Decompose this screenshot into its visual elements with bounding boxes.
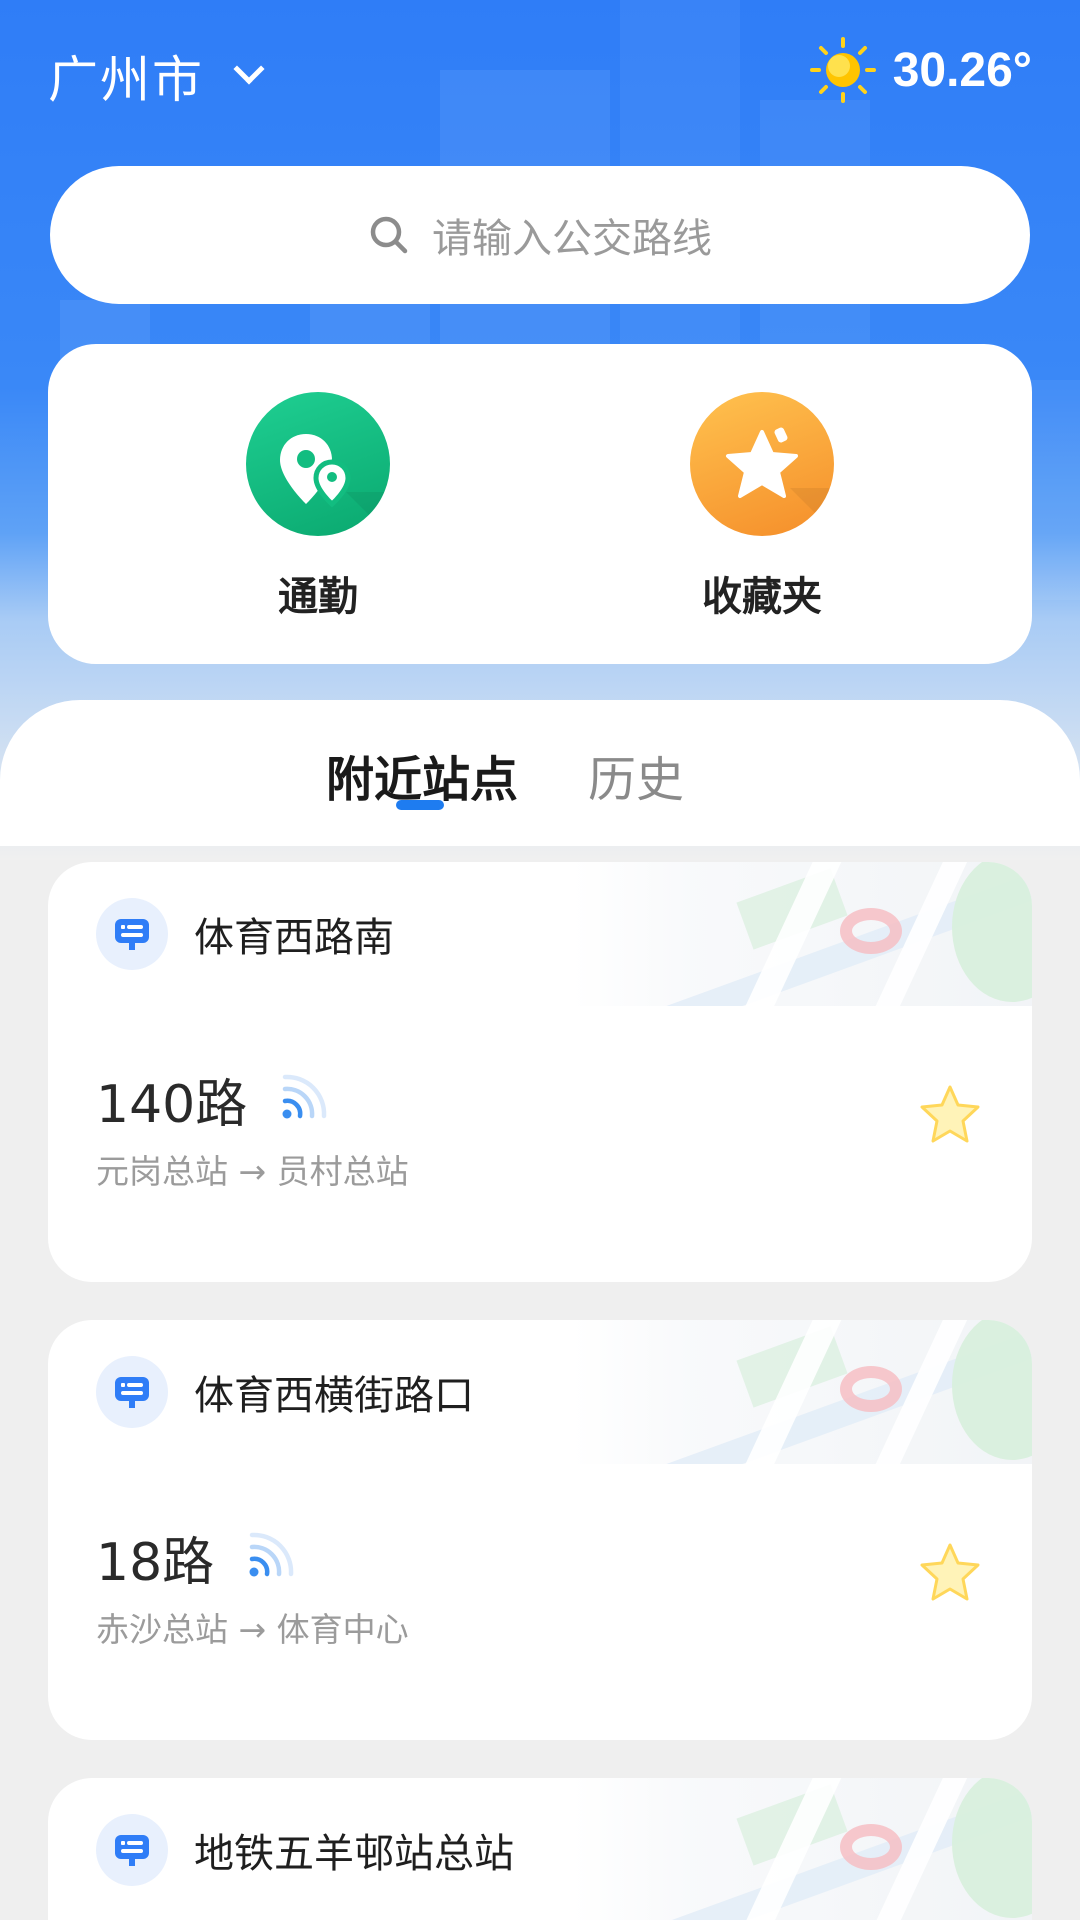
star-folder-icon bbox=[690, 392, 834, 536]
stop-name: 地铁五羊邨站总站 bbox=[194, 1831, 514, 1877]
route-to: 员村总站 bbox=[276, 1152, 409, 1191]
stop-name: 体育西路南 bbox=[194, 915, 394, 961]
map-thumbnail bbox=[572, 1320, 1032, 1464]
chevron-down-icon bbox=[233, 53, 265, 85]
bus-stop-icon bbox=[96, 1356, 168, 1428]
favorite-star-icon[interactable] bbox=[918, 1082, 982, 1146]
map-thumbnail bbox=[572, 1778, 1032, 1920]
tab-bar: 附近站点 历史 bbox=[0, 700, 1080, 846]
stop-card[interactable]: 体育西横街路口 18路 赤沙总站 → 体育中心 bbox=[48, 1320, 1032, 1740]
route-from: 赤沙总站 bbox=[96, 1610, 228, 1649]
bus-stop-icon bbox=[96, 1814, 168, 1886]
commute-pin-icon bbox=[246, 392, 390, 536]
route-number: 140路 bbox=[96, 1075, 248, 1135]
search-placeholder: 请输入公交路线 bbox=[432, 216, 712, 262]
city-name: 广州市 bbox=[48, 51, 204, 109]
weather-widget[interactable]: 30.26° bbox=[809, 36, 1032, 104]
commute-button[interactable]: 通勤 bbox=[218, 392, 418, 622]
route-arrow: → bbox=[238, 1152, 267, 1191]
route-to: 体育中心 bbox=[276, 1610, 409, 1649]
search-icon bbox=[370, 216, 408, 254]
route-from: 元岗总站 bbox=[96, 1152, 228, 1191]
map-thumbnail bbox=[572, 862, 1032, 1006]
tab-indicator bbox=[396, 800, 444, 810]
route-row[interactable]: 140路 元岗总站 → 员村总站 bbox=[96, 1062, 409, 1193]
realtime-signal-icon bbox=[249, 1532, 294, 1576]
city-selector[interactable]: 广州市 bbox=[48, 40, 265, 112]
route-number: 18路 bbox=[96, 1533, 215, 1593]
quick-actions-card: 通勤 收藏夹 bbox=[48, 344, 1032, 664]
favorite-star-icon[interactable] bbox=[918, 1540, 982, 1604]
map-pin-icon bbox=[840, 908, 902, 954]
temperature: 30.26° bbox=[892, 43, 1032, 97]
route-arrow: → bbox=[238, 1610, 267, 1649]
route-direction: 赤沙总站 → 体育中心 bbox=[96, 1603, 409, 1651]
commute-label: 通勤 bbox=[278, 574, 358, 620]
stop-card[interactable]: 体育西路南 140路 元岗总站 → 员村总站 bbox=[48, 862, 1032, 1282]
map-pin-icon bbox=[840, 1366, 902, 1412]
stop-card[interactable]: 地铁五羊邨站总站 bbox=[48, 1778, 1032, 1920]
route-direction: 元岗总站 → 员村总站 bbox=[96, 1145, 409, 1193]
map-pin-icon bbox=[840, 1824, 902, 1870]
favorites-button[interactable]: 收藏夹 bbox=[662, 392, 862, 622]
bus-stop-icon bbox=[96, 898, 168, 970]
search-bar[interactable]: 请输入公交路线 bbox=[50, 166, 1030, 304]
stop-name: 体育西横街路口 bbox=[194, 1373, 474, 1419]
tab-history[interactable]: 历史 bbox=[588, 740, 684, 810]
sun-icon bbox=[809, 37, 876, 103]
route-row[interactable]: 18路 赤沙总站 → 体育中心 bbox=[96, 1520, 409, 1651]
favorites-label: 收藏夹 bbox=[702, 574, 822, 620]
realtime-signal-icon bbox=[282, 1074, 327, 1118]
top-bar: 广州市 30.26° bbox=[0, 0, 1080, 140]
